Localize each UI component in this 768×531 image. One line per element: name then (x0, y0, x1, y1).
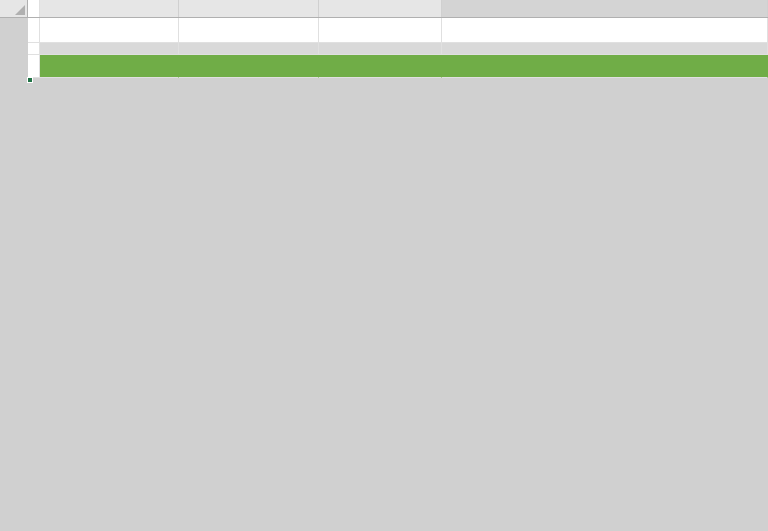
cell-E1[interactable] (442, 18, 768, 43)
cell-D2[interactable] (319, 43, 443, 55)
header-product-model[interactable] (40, 55, 179, 78)
col-header-C[interactable] (179, 0, 319, 17)
page-title[interactable] (40, 18, 179, 43)
cell-B2[interactable] (40, 43, 179, 55)
col-header-A[interactable] (28, 0, 40, 17)
table-header-row (28, 55, 768, 78)
cell-D1[interactable] (319, 18, 443, 43)
cell-C2[interactable] (179, 43, 319, 55)
blank-row (28, 43, 768, 55)
select-all-triangle-icon (15, 5, 25, 15)
col-header-B[interactable] (40, 0, 179, 17)
cell-E2[interactable] (442, 43, 768, 55)
select-all-corner[interactable] (0, 0, 28, 18)
cell-A1[interactable] (28, 18, 40, 43)
column-headers (28, 0, 768, 18)
active-cell-selection (28, 78, 32, 82)
cell-C1[interactable] (179, 18, 319, 43)
col-header-E[interactable] (442, 0, 768, 17)
grid[interactable] (28, 18, 768, 78)
col-header-D[interactable] (319, 0, 443, 17)
title-row (28, 18, 768, 43)
header-product-name[interactable] (179, 55, 319, 78)
header-description[interactable] (442, 55, 768, 78)
cell-A3[interactable] (28, 55, 40, 78)
header-unit-of-measure[interactable] (319, 55, 443, 78)
cell-A2[interactable] (28, 43, 40, 55)
